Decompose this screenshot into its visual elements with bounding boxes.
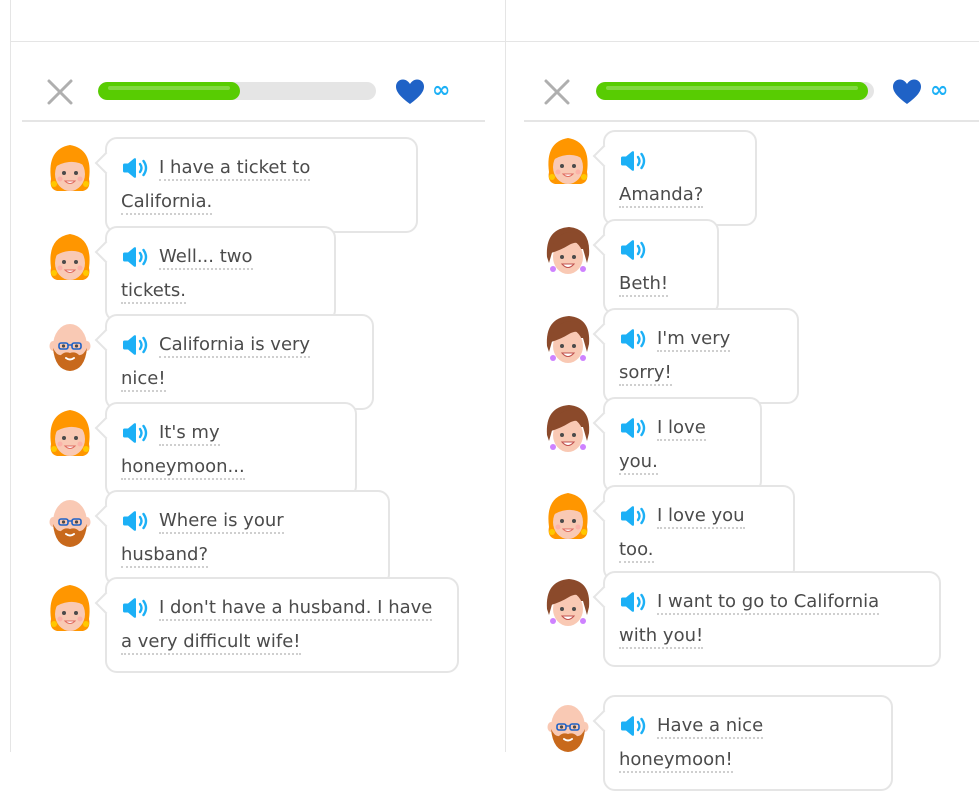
- speaker-icon[interactable]: [619, 328, 647, 350]
- speaker-icon[interactable]: [619, 417, 647, 439]
- lesson-progress-bar: [98, 82, 376, 100]
- header-divider: [524, 120, 979, 122]
- message-text[interactable]: California is very nice!: [121, 334, 311, 392]
- speaker-icon[interactable]: [121, 597, 149, 619]
- bald-bearded-man-avatar: [49, 324, 91, 371]
- speech-bubble: California is very nice!: [105, 314, 374, 410]
- message-text[interactable]: I have a ticket to California.: [121, 157, 311, 215]
- speech-bubble: I have a ticket to California.: [105, 137, 418, 233]
- bald-bearded-man-avatar: [49, 500, 91, 547]
- speaker-icon[interactable]: [619, 715, 647, 737]
- message-text[interactable]: Beth!: [619, 273, 669, 297]
- speaker-icon[interactable]: [121, 157, 149, 179]
- woman-brown-hair-avatar: [546, 579, 590, 626]
- woman-orange-hair-avatar: [50, 234, 90, 280]
- speaker-icon[interactable]: [619, 150, 647, 172]
- speech-bubble: I'm very sorry!: [603, 308, 799, 404]
- woman-orange-hair-avatar: [50, 585, 90, 631]
- speech-bubble: I love you.: [603, 397, 762, 493]
- speaker-icon[interactable]: [619, 505, 647, 527]
- top-divider: [506, 41, 979, 42]
- woman-brown-hair-avatar: [546, 227, 590, 274]
- left-lesson-panel: ∞ I have a ticket to California. Well... …: [0, 0, 505, 752]
- woman-orange-hair-avatar: [50, 145, 90, 191]
- speaker-icon[interactable]: [121, 422, 149, 444]
- speech-bubble: I don't have a husband. I have a very di…: [105, 577, 459, 673]
- bald-bearded-man-avatar: [547, 705, 589, 752]
- speech-bubble: I want to go to California with you!: [603, 571, 941, 667]
- speech-bubble: I love you too.: [603, 485, 795, 581]
- speaker-icon[interactable]: [121, 510, 149, 532]
- hearts-count: ∞: [930, 78, 949, 103]
- right-lesson-panel: ∞ Amanda? Beth! I'm very sorry! I love you.…: [506, 0, 979, 791]
- speech-bubble: Where is your husband?: [105, 490, 390, 586]
- progress-fill: [98, 82, 240, 100]
- heart-icon: [396, 79, 424, 104]
- speaker-icon[interactable]: [619, 239, 647, 261]
- speaker-icon[interactable]: [619, 591, 647, 613]
- message-text[interactable]: I want to go to California with you!: [619, 591, 880, 649]
- progress-fill: [596, 82, 869, 100]
- header-divider: [22, 120, 485, 122]
- woman-orange-hair-avatar: [548, 138, 588, 184]
- woman-orange-hair-avatar: [50, 410, 90, 456]
- top-divider: [10, 41, 505, 42]
- message-text[interactable]: Amanda?: [619, 184, 704, 208]
- hearts-count: ∞: [432, 78, 451, 103]
- message-text[interactable]: I don't have a husband. I have a very di…: [121, 597, 433, 655]
- speech-bubble: Amanda?: [603, 130, 757, 226]
- heart-icon: [893, 79, 921, 104]
- speech-bubble: Beth!: [603, 219, 719, 315]
- close-icon[interactable]: [541, 76, 573, 108]
- woman-brown-hair-avatar: [546, 405, 590, 452]
- woman-orange-hair-avatar: [548, 493, 588, 539]
- woman-brown-hair-avatar: [546, 316, 590, 363]
- speech-bubble: Well... two tickets.: [105, 226, 336, 322]
- lesson-progress-bar: [596, 82, 874, 100]
- speech-bubble: It's my honeymoon...: [105, 402, 357, 498]
- speech-bubble: Have a nice honeymoon!: [603, 695, 893, 791]
- close-icon[interactable]: [44, 76, 76, 108]
- speaker-icon[interactable]: [121, 334, 149, 356]
- speaker-icon[interactable]: [121, 246, 149, 268]
